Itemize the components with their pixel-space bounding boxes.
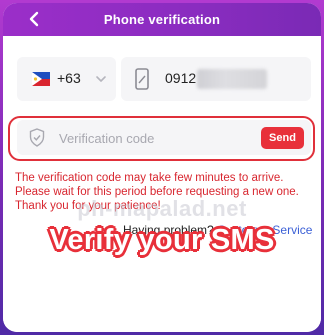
phone-icon <box>135 68 149 90</box>
watermark: ph-mapalad.net <box>77 196 247 221</box>
header-bar: Phone verification <box>3 3 321 36</box>
phone-number-value: 0912 <box>165 70 197 86</box>
main-content: +63 0912 Send The verification code may … <box>3 36 321 332</box>
highlight-box <box>8 116 315 161</box>
redacted-phone-digits <box>197 69 267 89</box>
philippines-flag-icon <box>32 72 50 86</box>
chevron-down-icon <box>96 76 106 82</box>
overlay-caption: Verify your SMS <box>49 224 275 256</box>
country-code-value: +63 <box>57 70 81 86</box>
page-title: Phone verification <box>103 12 221 27</box>
app-frame: Phone verification +63 0912 Verification… <box>3 3 321 332</box>
country-code-select[interactable]: +63 <box>17 57 116 101</box>
phone-number-field[interactable]: 0912 <box>121 57 311 101</box>
